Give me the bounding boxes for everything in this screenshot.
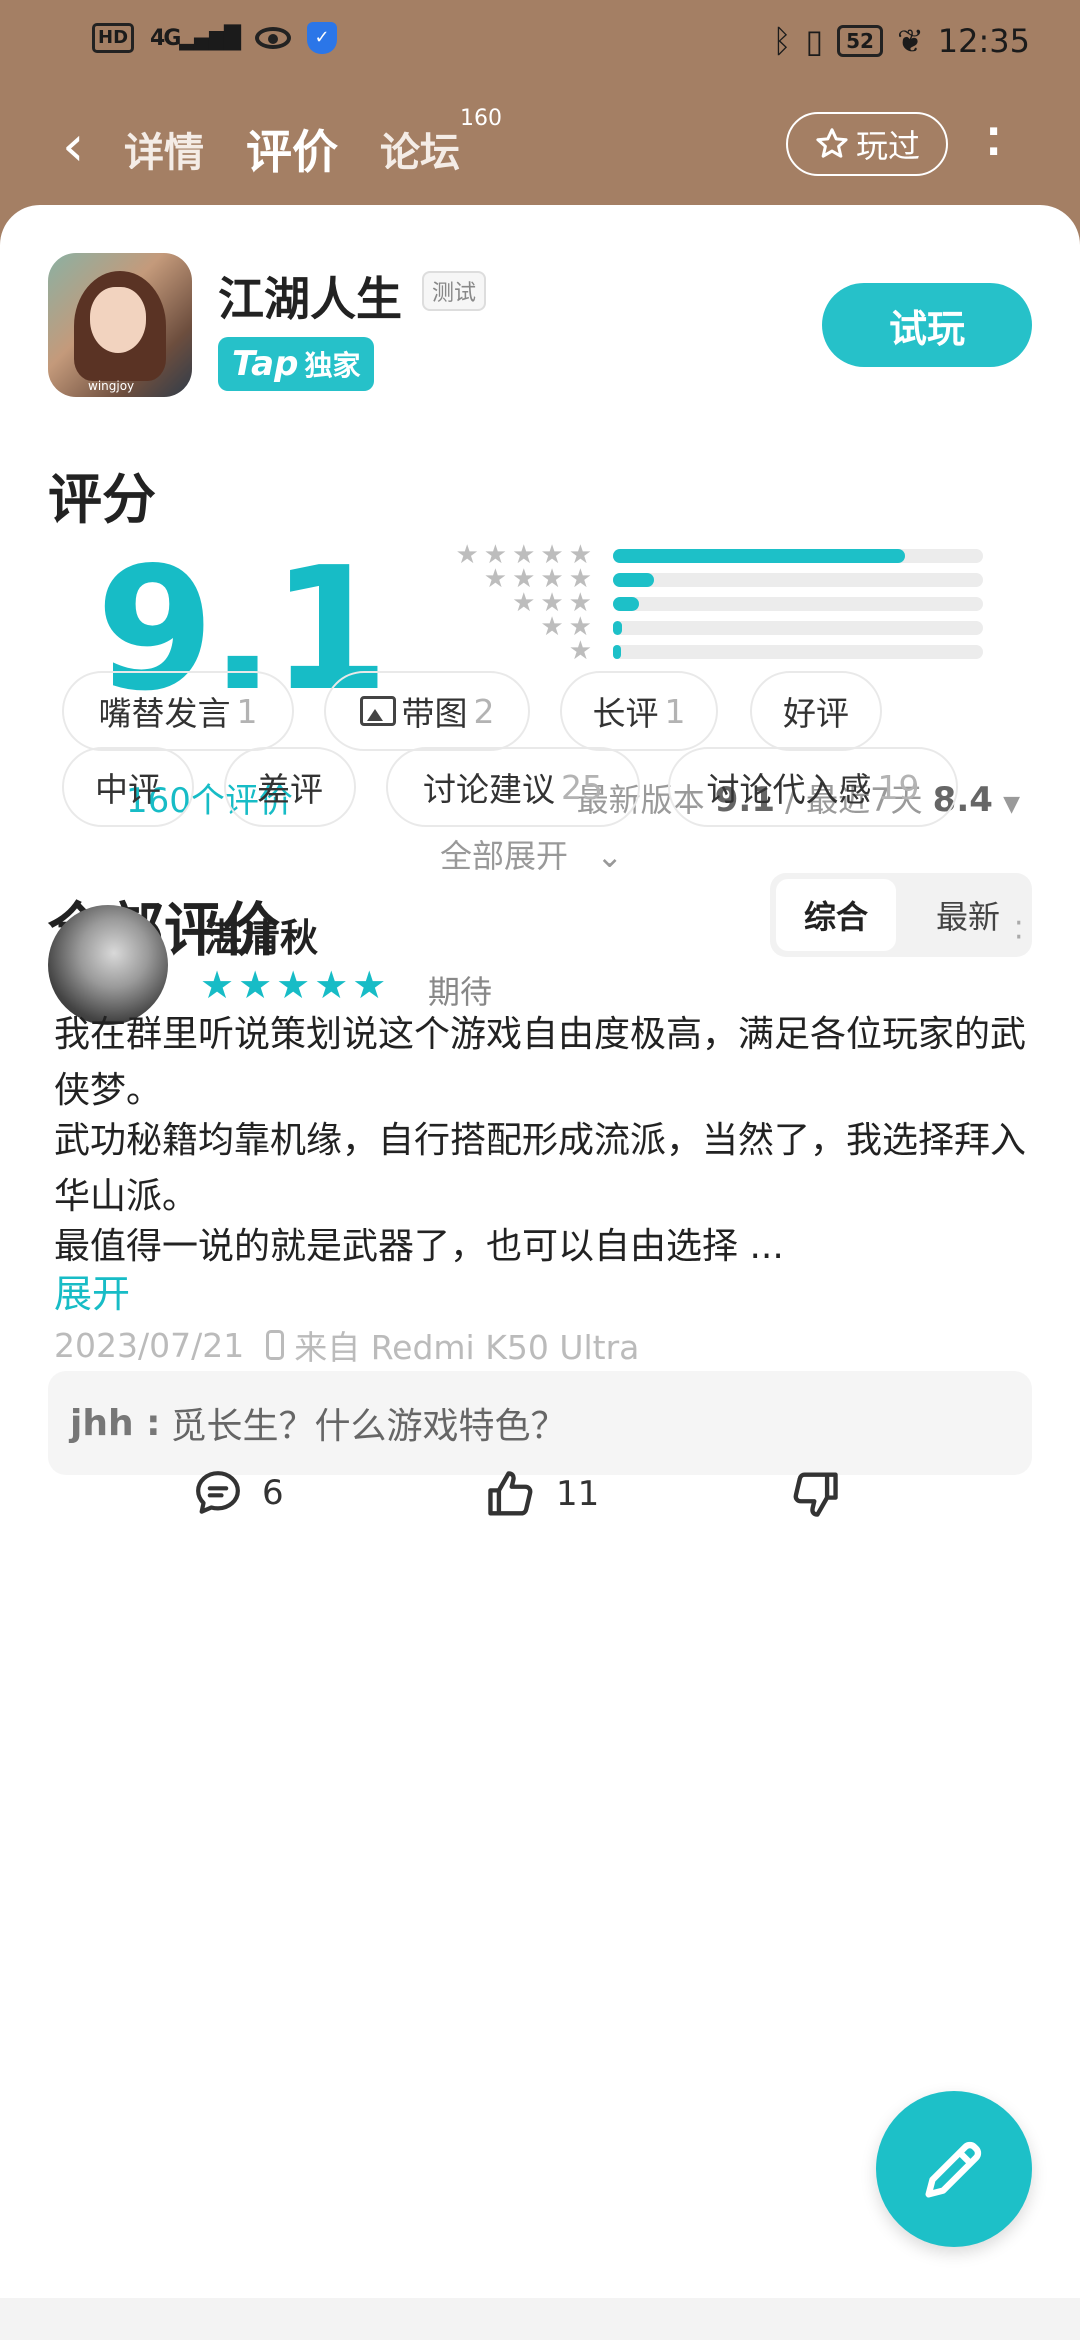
image-icon [359,696,396,726]
expand-review-link[interactable]: 展开 [54,1263,130,1318]
tap-exclusive-badge: Tap 独家 [218,337,375,391]
reply-text: 觅长生？什么游戏特色？ [170,1406,567,1447]
chip-discussion-immersion[interactable]: 讨论代入感 19 [668,747,958,827]
status-bar: HD 4G▂▄▆█ ✓ ᛒ ▯ 52 ❦ 12:35 [0,0,1080,90]
star-outline-icon [816,128,848,158]
dist-row-1: ★ [395,633,1015,669]
chip-neutral[interactable]: 中评 [62,747,194,827]
review-paragraph: 最值得一说的就是武器了，也可以自由选择 ... [54,1226,784,1267]
star-row-icon: ★ [568,636,597,666]
pencil-icon [925,2141,982,2198]
signal-icon: 4G▂▄▆█ [150,25,241,51]
score-heading: 评分 [48,468,156,531]
reply-preview[interactable]: jhh : 觅长生？什么游戏特色？ [48,1371,1032,1475]
test-badge: 测试 [422,271,487,311]
review-more-icon[interactable]: · · [1014,909,1024,953]
review-date: 2023/07/21 [54,1325,245,1365]
chevron-down-icon: ⌄ [596,837,623,875]
more-icon[interactable]: · · [986,112,1001,172]
chip-discussion-suggestion[interactable]: 讨论建议 25 [386,747,640,827]
reply-user: jhh : [70,1402,161,1444]
tab-details[interactable]: 详情 [124,120,204,178]
expand-all-button[interactable]: 全部展开 ⌄ [440,831,623,877]
chip-long-review[interactable]: 长评 1 [560,671,718,751]
sort-overall[interactable]: 综合 [776,879,896,951]
app-icon-watermark: wingjoy [88,379,135,393]
hd-icon: HD [92,23,135,53]
write-review-button[interactable] [876,2091,1032,2247]
bluetooth-icon: ᛒ [772,22,792,60]
review-meta: 2023/07/21 来自 Redmi K50 Ultra [54,1321,639,1369]
review-rating-stars-icon: ★★★★★ [200,963,391,1007]
chip-positive[interactable]: 好评 [750,671,882,751]
dist-bar [613,645,621,659]
chip-negative[interactable]: 差评 [224,747,356,827]
tap-logo: Tap [232,344,299,384]
top-nav: ‹ 详情 评价 160 论坛 玩过 · · [0,100,1080,200]
dropdown-caret-icon: ▼ [1003,792,1020,817]
vibrate-icon: ▯ [805,22,824,60]
eye-icon [255,27,292,49]
app-name[interactable]: 江湖人生 [218,263,402,329]
app-icon[interactable]: wingjoy [48,253,192,397]
try-button[interactable]: 试玩 [822,283,1032,367]
tab-reviews[interactable]: 评价 [246,116,338,182]
review-device: 来自 Redmi K50 Ultra [294,1328,640,1367]
played-button[interactable]: 玩过 [786,112,948,176]
review-actions: 6 11 [0,1465,1080,1565]
bottom-divider [0,2298,1080,2340]
back-button[interactable]: ‹ [62,119,84,175]
leaf-icon: ❦ [896,22,924,60]
review-paragraph: 我在群里听说策划说这个游戏自由度极高，满足各位玩家的武侠梦。 [54,1014,1027,1111]
phone-icon [266,1330,285,1360]
tab-forum[interactable]: 论坛 [380,120,460,178]
chip-with-images[interactable]: 带图 2 [324,671,530,751]
clock: 12:35 [937,22,1030,60]
review-paragraph: 武功秘籍均靠机缘，自行搭配形成流派，当然了，我选择拜入华山派。 [54,1120,1027,1217]
comment-icon [196,1471,240,1514]
like-button[interactable]: 11 [482,1465,599,1523]
shield-icon: ✓ [307,22,338,54]
main-card: wingjoy 江湖人生 测试 Tap 独家 试玩 评分 9.1 160个评价 … [0,205,1080,2340]
sort-toggle: 综合 最新 [770,873,1032,957]
chip-mouthpiece[interactable]: 嘴替发言 1 [62,671,294,751]
comment-button[interactable]: 6 [190,1465,284,1521]
reviewer-name[interactable]: 湛清秋 [204,907,318,962]
like-count: 11 [556,1474,600,1514]
played-label: 玩过 [855,127,920,165]
sort-latest[interactable]: 最新 [908,879,1028,951]
dislike-button[interactable] [786,1465,844,1523]
battery-icon: 52 [837,25,883,57]
thumbs-down-icon [793,1472,838,1517]
comment-count: 6 [262,1473,284,1513]
thumbs-up-icon [488,1471,533,1516]
review-count-badge: 160 [460,106,502,131]
exclusive-label: 独家 [304,349,361,382]
